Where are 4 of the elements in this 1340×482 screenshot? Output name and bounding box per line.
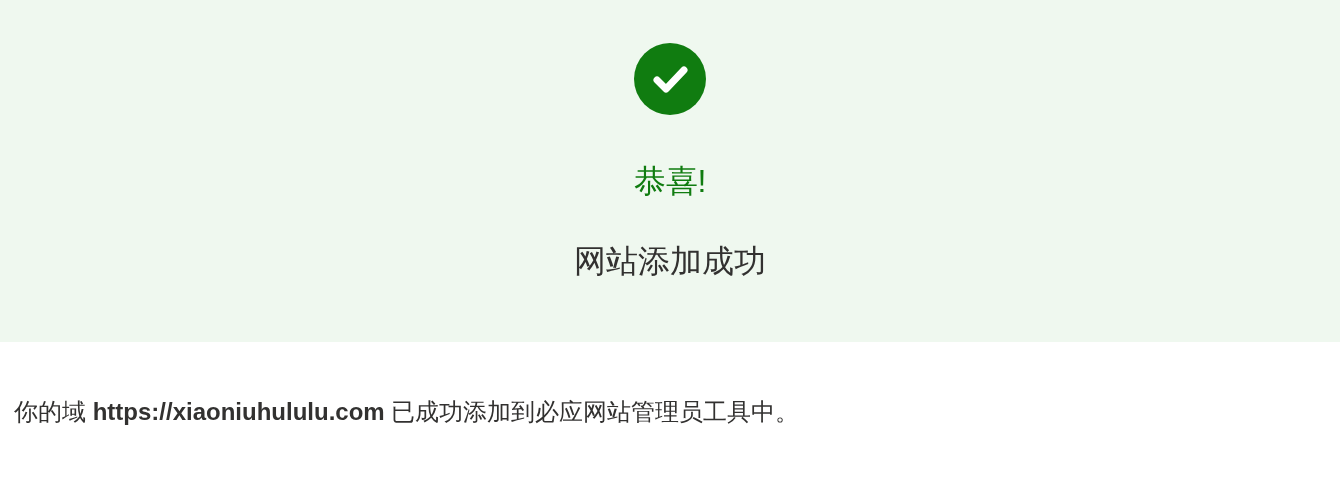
success-subtitle: 网站添加成功 bbox=[574, 242, 766, 281]
checkmark-icon bbox=[634, 43, 706, 115]
confirmation-message: 你的域 https://xiaoniuhululu.com 已成功添加到必应网站管理员工具中。 bbox=[14, 397, 801, 427]
success-title: 恭喜! bbox=[633, 162, 707, 201]
